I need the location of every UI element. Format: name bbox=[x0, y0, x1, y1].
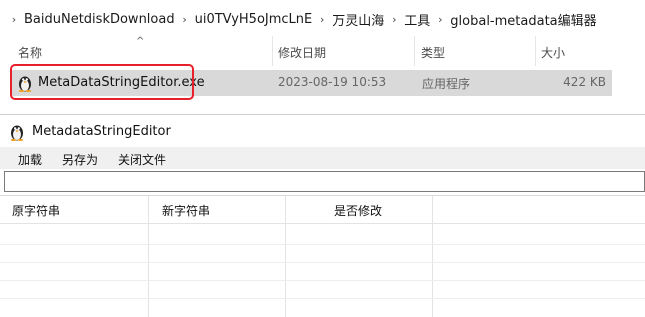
menu-load[interactable]: 加载 bbox=[18, 151, 42, 168]
highlight-box bbox=[10, 64, 194, 100]
breadcrumb-item[interactable]: ui0TVyH5oJmcLnE bbox=[193, 12, 315, 27]
string-grid[interactable]: 原字符串 新字符串 是否修改 bbox=[0, 195, 645, 317]
breadcrumb: › BaiduNetdiskDownload › ui0TVyH5oJmcLnE… bbox=[6, 10, 599, 29]
chevron-right-icon[interactable]: › bbox=[386, 13, 402, 26]
column-divider[interactable] bbox=[272, 36, 273, 66]
window-title: MetadataStringEditor bbox=[32, 124, 171, 139]
column-header-name[interactable]: 名称 bbox=[18, 44, 42, 61]
grid-row-line bbox=[0, 244, 645, 245]
grid-header: 原字符串 新字符串 是否修改 bbox=[0, 196, 645, 224]
file-size: 422 KB bbox=[563, 75, 606, 89]
grid-header-modified[interactable]: 是否修改 bbox=[334, 202, 382, 219]
chevron-right-icon[interactable]: › bbox=[432, 13, 448, 26]
breadcrumb-item[interactable]: BaiduNetdiskDownload bbox=[22, 12, 177, 27]
breadcrumb-item[interactable]: 万灵山海 bbox=[330, 10, 386, 29]
menu-close-file[interactable]: 关闭文件 bbox=[118, 151, 166, 168]
grid-row-line bbox=[0, 298, 645, 299]
chevron-right-icon[interactable]: › bbox=[314, 13, 330, 26]
file-list-header: ^ 名称 修改日期 类型 大小 bbox=[0, 36, 645, 66]
chevron-right-icon[interactable]: › bbox=[177, 13, 193, 26]
file-type: 应用程序 bbox=[422, 77, 471, 91]
breadcrumb-item[interactable]: global-metadata编辑器 bbox=[448, 10, 598, 29]
breadcrumb-item[interactable]: 工具 bbox=[402, 10, 432, 29]
file-date: 2023-08-19 10:53 bbox=[278, 75, 387, 89]
tux-app-icon bbox=[10, 125, 24, 141]
title-bar[interactable]: MetadataStringEditor bbox=[0, 115, 645, 147]
explorer-breadcrumb-bar: › BaiduNetdiskDownload › ui0TVyH5oJmcLnE… bbox=[0, 0, 645, 36]
path-input[interactable] bbox=[4, 171, 645, 192]
column-header-date[interactable]: 修改日期 bbox=[278, 44, 326, 61]
column-divider[interactable] bbox=[414, 36, 415, 66]
menu-bar: 加载 另存为 关闭文件 bbox=[0, 147, 645, 169]
grid-row-line bbox=[0, 280, 645, 281]
menu-save-as[interactable]: 另存为 bbox=[62, 151, 98, 168]
grid-row-line bbox=[0, 262, 645, 263]
grid-header-original[interactable]: 原字符串 bbox=[12, 202, 60, 219]
app-window: MetadataStringEditor 加载 另存为 关闭文件 原字符串 新字… bbox=[0, 114, 645, 317]
chevron-right-icon: › bbox=[11, 13, 17, 26]
column-header-size[interactable]: 大小 bbox=[541, 44, 565, 61]
column-header-type[interactable]: 类型 bbox=[421, 44, 445, 61]
column-divider[interactable] bbox=[535, 36, 536, 66]
grid-header-new[interactable]: 新字符串 bbox=[162, 202, 210, 219]
sort-ascending-icon: ^ bbox=[136, 36, 145, 47]
